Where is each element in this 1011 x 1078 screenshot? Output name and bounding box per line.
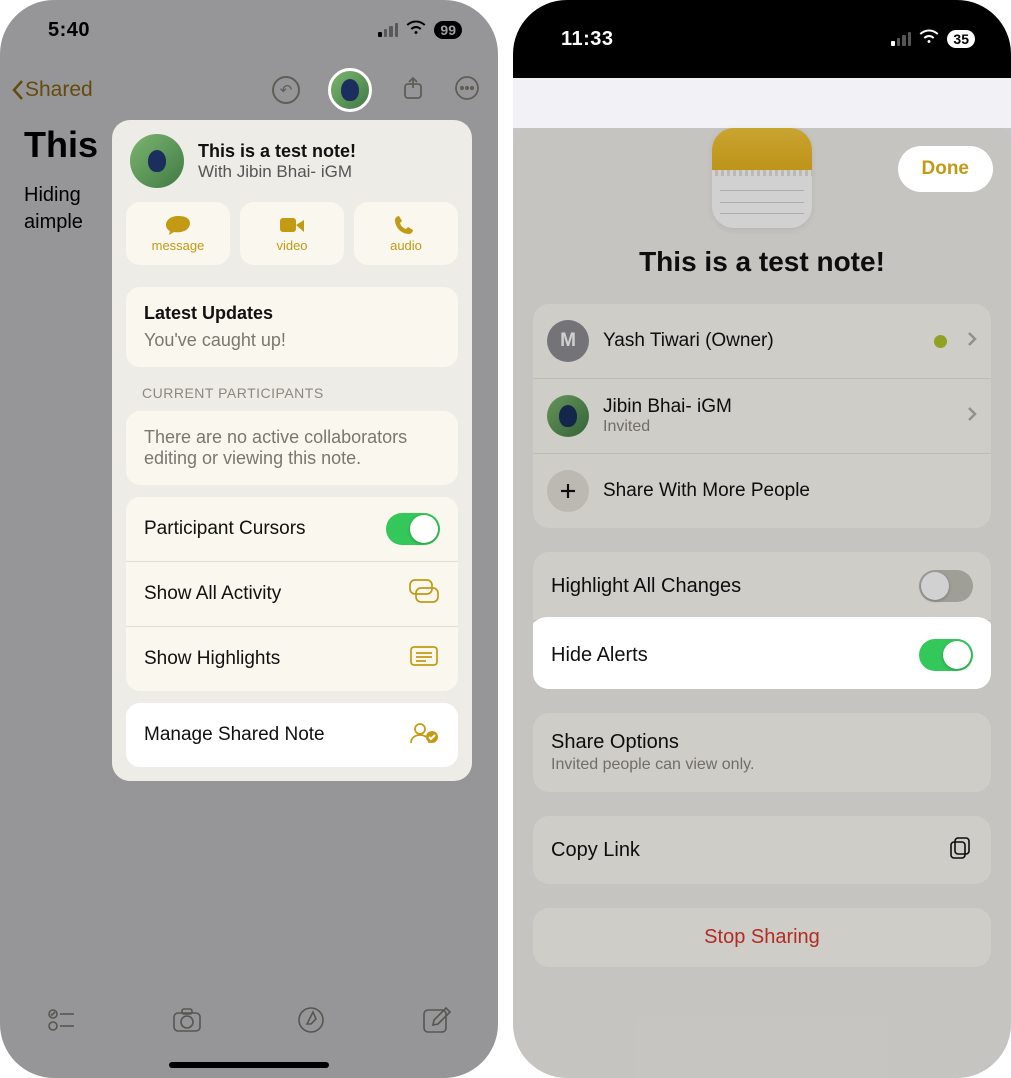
owner-avatar: M: [547, 320, 589, 362]
chevron-right-icon: [967, 406, 977, 427]
home-indicator: [169, 1062, 329, 1068]
battery-icon: 99: [434, 21, 462, 39]
highlight-changes-row[interactable]: Highlight All Changes: [533, 552, 991, 621]
audio-button[interactable]: audio: [354, 202, 458, 265]
hide-alerts-toggle[interactable]: [919, 639, 973, 671]
cellular-icon: [891, 32, 911, 46]
video-button[interactable]: video: [240, 202, 344, 265]
wifi-icon: [406, 19, 426, 42]
participants-label: CURRENT PARTICIPANTS: [142, 385, 442, 401]
copy-link-list: Copy Link: [533, 816, 991, 884]
notes-nav-bar: Shared ↶: [0, 60, 498, 124]
share-icon[interactable]: [400, 75, 426, 106]
status-time: 5:40: [48, 19, 90, 42]
left-screenshot: 5:40 99 Shared ↶ This Hiding aimple This…: [0, 0, 498, 1078]
checklist-icon[interactable]: [46, 1004, 78, 1041]
show-all-activity-row[interactable]: Show All Activity: [126, 562, 458, 627]
undo-icon[interactable]: ↶: [272, 76, 300, 104]
compose-icon[interactable]: [420, 1004, 452, 1041]
right-screenshot: 11:33 35 Done This is a test note! M Yas…: [513, 0, 1011, 1078]
presence-dot-icon: [934, 335, 947, 348]
cellular-icon: [378, 23, 398, 37]
sheet-title: This is a test note!: [513, 246, 1011, 278]
copy-icon: [947, 834, 973, 866]
markup-icon[interactable]: [295, 1004, 327, 1041]
popover-avatar: [130, 134, 184, 188]
collaborator-avatar[interactable]: [328, 68, 372, 112]
wifi-icon: [919, 28, 939, 51]
status-bar: 5:40 99: [0, 0, 498, 60]
participants-section: There are no active collaborators editin…: [126, 411, 458, 485]
share-options-row[interactable]: Share Options Invited people can view on…: [533, 713, 991, 792]
share-options-list: Share Options Invited people can view on…: [533, 713, 991, 792]
collaboration-popover: This is a test note! With Jibin Bhai- iG…: [112, 120, 472, 781]
invited-avatar: [547, 395, 589, 437]
message-button[interactable]: message: [126, 202, 230, 265]
notes-app-icon: [712, 128, 812, 228]
copy-link-row[interactable]: Copy Link: [533, 816, 991, 884]
activity-icon: [408, 578, 440, 610]
manage-icon: [408, 719, 440, 751]
highlights-icon: [408, 643, 440, 675]
alerts-list: Highlight All Changes Hide Alerts: [533, 552, 991, 689]
popover-subtitle: With Jibin Bhai- iGM: [198, 162, 356, 182]
share-more-row[interactable]: Share With More People: [533, 454, 991, 528]
camera-icon[interactable]: [171, 1004, 203, 1041]
highlight-changes-toggle[interactable]: [919, 570, 973, 602]
hide-alerts-row[interactable]: Hide Alerts: [533, 621, 991, 689]
done-button[interactable]: Done: [902, 150, 990, 188]
battery-icon: 35: [947, 30, 975, 48]
manage-shared-note-row[interactable]: Manage Shared Note: [126, 703, 458, 767]
more-icon[interactable]: [454, 75, 480, 106]
stop-sharing-list: Stop Sharing: [533, 908, 991, 967]
stop-sharing-row[interactable]: Stop Sharing: [533, 908, 991, 967]
latest-updates-section: Latest Updates You've caught up!: [126, 287, 458, 367]
participant-cursors-row[interactable]: Participant Cursors: [126, 497, 458, 562]
popover-title: This is a test note!: [198, 141, 356, 162]
people-list: M Yash Tiwari (Owner) Jibin Bhai- iGMInv…: [533, 304, 991, 528]
invited-row[interactable]: Jibin Bhai- iGMInvited: [533, 379, 991, 454]
chevron-right-icon: [967, 331, 977, 352]
owner-row[interactable]: M Yash Tiwari (Owner): [533, 304, 991, 379]
show-highlights-row[interactable]: Show Highlights: [126, 627, 458, 691]
participant-cursors-toggle[interactable]: [386, 513, 440, 545]
plus-icon: [547, 470, 589, 512]
status-bar: 11:33 35: [513, 0, 1011, 78]
status-time: 11:33: [561, 28, 614, 51]
back-button[interactable]: Shared: [10, 78, 93, 102]
